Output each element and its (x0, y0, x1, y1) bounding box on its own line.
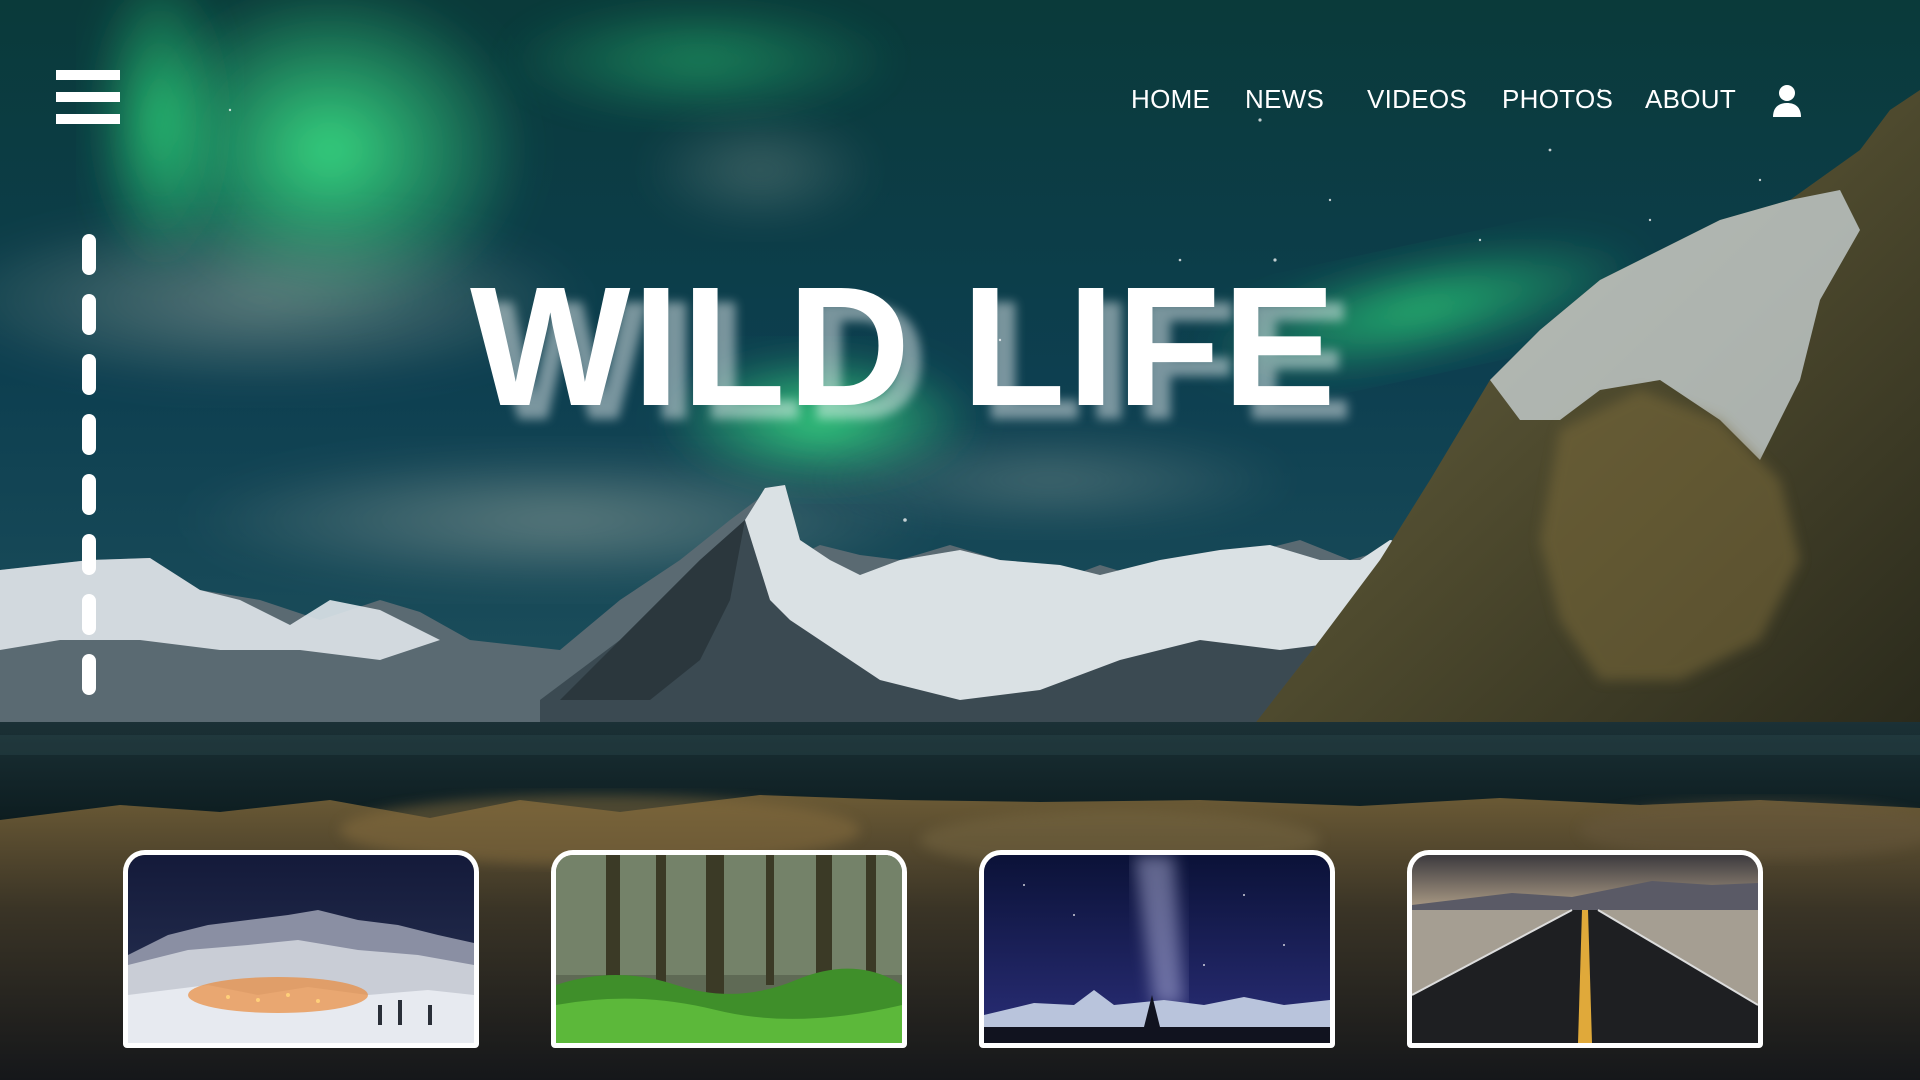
thumbnail-mossy-forest[interactable] (551, 850, 907, 1048)
slide-dash[interactable] (82, 354, 96, 395)
slide-dash[interactable] (82, 414, 96, 455)
thumbnail-image (128, 855, 474, 1043)
user-icon[interactable] (1772, 84, 1802, 118)
thumbnail-milky-way[interactable] (979, 850, 1335, 1048)
slide-dash[interactable] (82, 594, 96, 635)
nav-item-photos[interactable]: PHOTOS (1502, 84, 1613, 115)
hamburger-menu-icon[interactable] (56, 70, 120, 124)
slide-dash[interactable] (82, 534, 96, 575)
menu-bar (56, 92, 120, 102)
slide-dash[interactable] (82, 654, 96, 695)
slide-dash[interactable] (82, 294, 96, 335)
slide-dash[interactable] (82, 474, 96, 515)
nav-item-home[interactable]: HOME (1131, 84, 1210, 115)
thumbnail-snowy-village[interactable] (123, 850, 479, 1048)
menu-bar (56, 70, 120, 80)
hero-title: WILD LIFE (470, 252, 1338, 442)
nav-item-videos[interactable]: VIDEOS (1367, 84, 1467, 115)
thumbnail-image (556, 855, 902, 1043)
wild-life-landing-page: HOME NEWS VIDEOS PHOTOS ABOUT WILD LIFE (0, 0, 1920, 1080)
nav-item-about[interactable]: ABOUT (1645, 84, 1736, 115)
slide-indicator (82, 234, 96, 695)
thumbnail-image (1412, 855, 1758, 1043)
thumbnail-desert-road[interactable] (1407, 850, 1763, 1048)
menu-bar (56, 114, 120, 124)
slide-dash[interactable] (82, 234, 96, 275)
thumbnail-image (984, 855, 1330, 1043)
nav-item-news[interactable]: NEWS (1245, 84, 1324, 115)
